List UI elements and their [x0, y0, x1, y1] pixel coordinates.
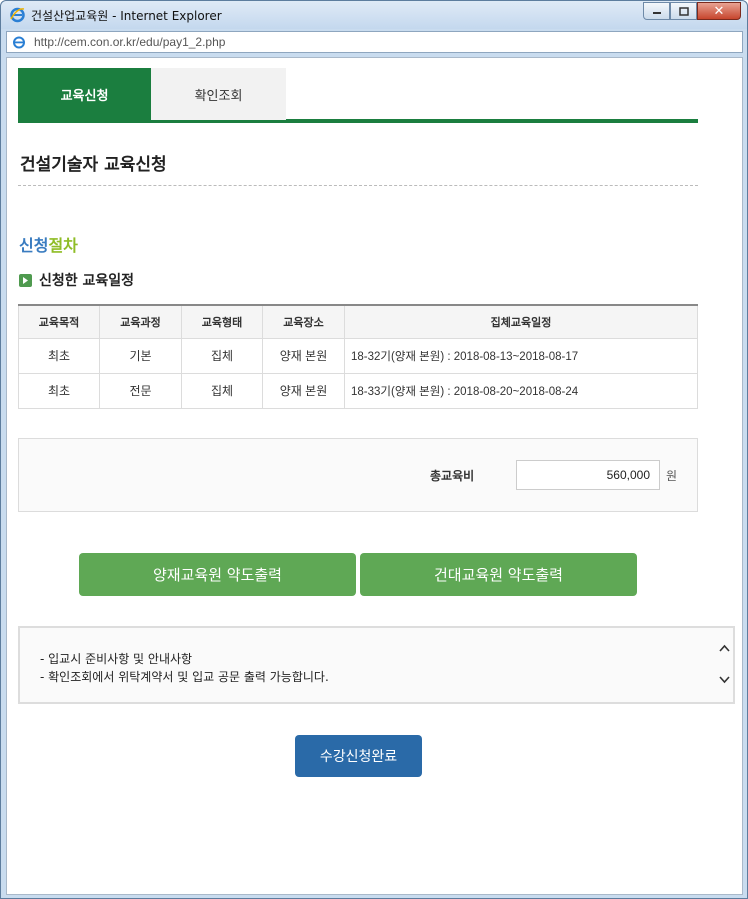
column-header: 교육장소 — [262, 304, 345, 339]
table-cell: 집체 — [181, 337, 263, 374]
table-row: 최초 기본 집체 양재 본원 18-32기(양재 본원) : 2018-08-1… — [18, 337, 698, 374]
internet-explorer-icon — [10, 7, 25, 23]
scroll-down-icon[interactable] — [718, 673, 731, 686]
minimize-icon — [652, 12, 661, 14]
column-header: 교육과정 — [99, 304, 182, 339]
column-header: 교육목적 — [18, 304, 100, 339]
play-bullet-icon — [19, 273, 32, 287]
tab-bar: 교육신청 확인조회 — [18, 68, 698, 123]
fee-box: 총교육비 560,000 원 — [18, 438, 698, 512]
title-bar[interactable]: 건설산업교육원 - Internet Explorer ✕ — [1, 1, 747, 29]
table-row: 최초 전문 집체 양재 본원 18-33기(양재 본원) : 2018-08-2… — [18, 372, 698, 409]
table-cell: 양재 본원 — [262, 337, 345, 374]
tab-confirm-lookup[interactable]: 확인조회 — [151, 68, 286, 120]
window-title: 건설산업교육원 - Internet Explorer — [31, 9, 222, 23]
section-title: 신청절차 — [19, 232, 78, 256]
maximize-button[interactable] — [670, 2, 697, 20]
table-cell: 18-33기(양재 본원) : 2018-08-20~2018-08-24 — [344, 372, 698, 409]
table-cell: 18-32기(양재 본원) : 2018-08-13~2018-08-17 — [344, 337, 698, 374]
table-cell: 집체 — [181, 372, 263, 409]
schedule-table: 교육목적 교육과정 교육형태 교육장소 집체교육일정 최초 기본 집체 양재 본… — [18, 304, 698, 409]
table-cell: 최초 — [18, 372, 100, 409]
schedule-subtitle-label: 신청한 교육일정 — [39, 273, 135, 289]
title-divider — [18, 185, 698, 186]
tab-education-apply[interactable]: 교육신청 — [18, 68, 151, 120]
table-cell: 전문 — [99, 372, 182, 409]
table-cell: 최초 — [18, 337, 100, 374]
maximize-icon — [678, 6, 689, 16]
notice-scrollbar[interactable] — [716, 628, 733, 702]
scroll-up-icon[interactable] — [718, 642, 731, 655]
address-bar[interactable]: http://cem.con.or.kr/edu/pay1_2.php — [6, 31, 743, 53]
section-title-part2: 절차 — [48, 236, 78, 255]
close-button[interactable]: ✕ — [697, 2, 741, 20]
table-cell: 양재 본원 — [262, 372, 345, 409]
yangjae-map-print-button[interactable]: 양재교육원 약도출력 — [79, 553, 356, 596]
kondae-map-print-button[interactable]: 건대교육원 약도출력 — [360, 553, 637, 596]
table-cell: 기본 — [99, 337, 182, 374]
notice-box: - 입교시 준비사항 및 안내사항 - 확인조회에서 위탁계약서 및 입교 공문… — [18, 626, 735, 704]
page-title: 건설기술자 교육신청 — [20, 155, 167, 175]
notice-line: - 확인조회에서 위탁계약서 및 입교 공문 출력 가능합니다. — [40, 670, 329, 684]
total-fee-field[interactable]: 560,000 — [516, 460, 660, 490]
page-viewport: 교육신청 확인조회 건설기술자 교육신청 신청절차 신청한 교육일정 교육목적 … — [6, 57, 743, 895]
window-controls: ✕ — [643, 2, 741, 20]
browser-window: 건설산업교육원 - Internet Explorer ✕ http://cem… — [0, 0, 748, 899]
section-title-part1: 신청 — [19, 236, 49, 255]
ie-page-icon — [13, 36, 25, 49]
minimize-button[interactable] — [643, 2, 670, 20]
close-icon: ✕ — [713, 3, 725, 19]
url-text: http://cem.con.or.kr/edu/pay1_2.php — [34, 35, 226, 49]
complete-registration-button[interactable]: 수강신청완료 — [295, 735, 422, 777]
table-header-row: 교육목적 교육과정 교육형태 교육장소 집체교육일정 — [18, 304, 698, 339]
schedule-subtitle: 신청한 교육일정 — [19, 270, 134, 290]
column-header: 교육형태 — [181, 304, 263, 339]
column-header: 집체교육일정 — [344, 304, 698, 339]
total-fee-label: 총교육비 — [430, 469, 475, 483]
notice-line: - 입교시 준비사항 및 안내사항 — [40, 652, 193, 666]
fee-unit: 원 — [666, 469, 678, 483]
